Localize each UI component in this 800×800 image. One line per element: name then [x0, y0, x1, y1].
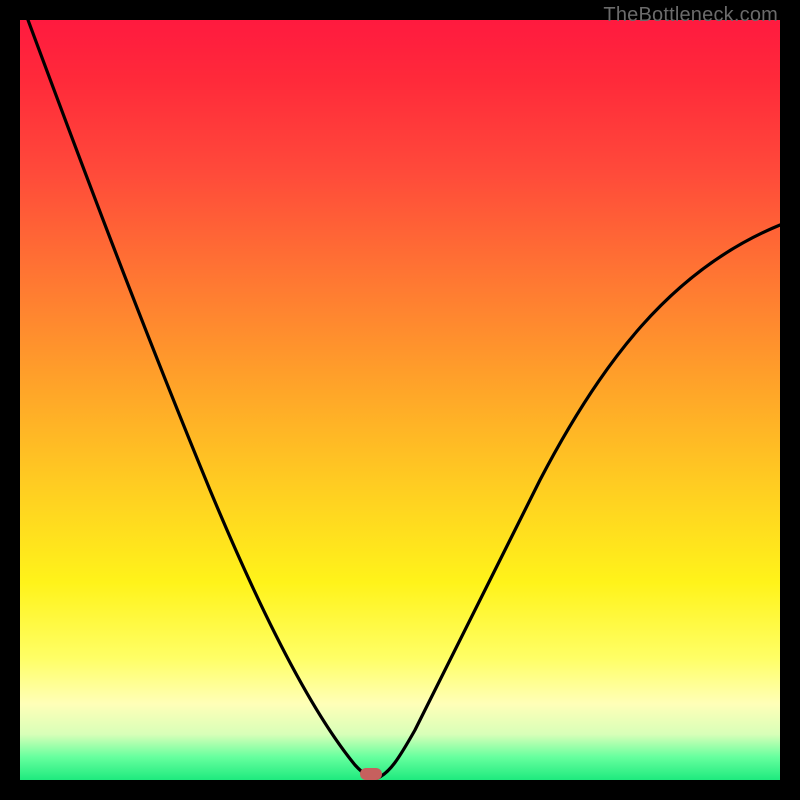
bottleneck-curve [20, 20, 780, 780]
plot-area [20, 20, 780, 780]
curve-path [28, 20, 780, 778]
optimal-marker [360, 768, 382, 780]
watermark-text: TheBottleneck.com [603, 4, 778, 27]
chart-frame: TheBottleneck.com [0, 0, 800, 800]
